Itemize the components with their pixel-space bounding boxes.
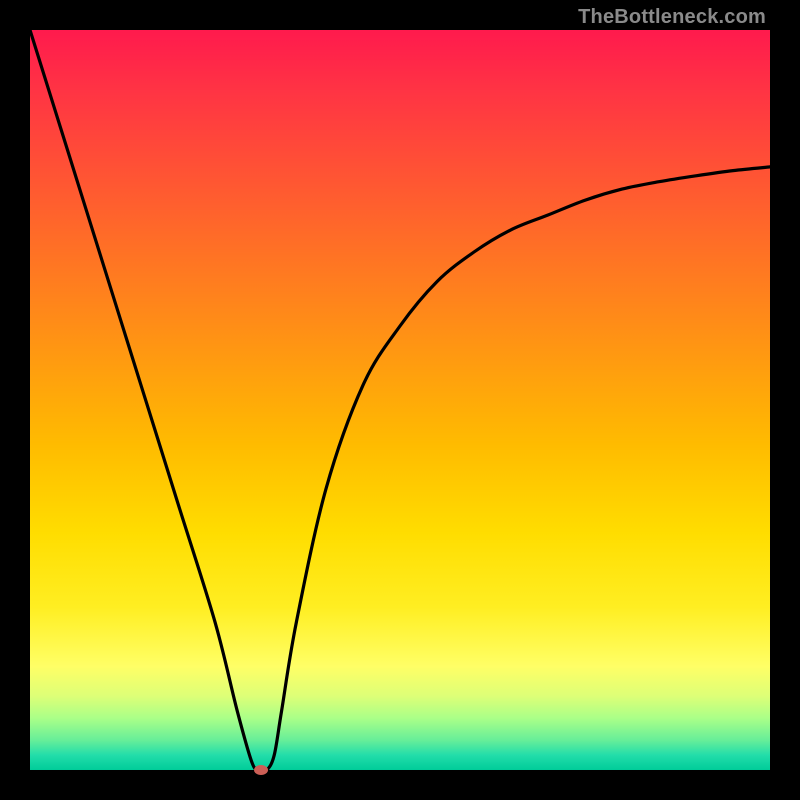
- plot-area: [30, 30, 770, 770]
- curve-path: [30, 30, 770, 770]
- minimum-marker: [254, 765, 268, 775]
- chart-frame: TheBottleneck.com: [0, 0, 800, 800]
- watermark-text: TheBottleneck.com: [578, 6, 766, 29]
- curve-svg: [30, 30, 770, 770]
